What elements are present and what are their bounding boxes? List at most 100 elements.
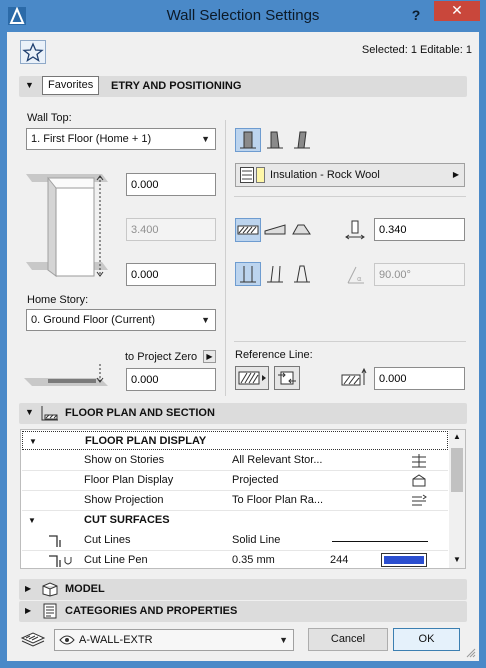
collapse-arrow-icon: ▼ [25,407,34,417]
collapse-arrow-icon: ▼ [29,437,37,446]
projection-icon [412,474,426,487]
composite-color-swatch [256,167,265,183]
thickness-icon [345,220,365,240]
resize-grip-icon[interactable] [466,648,476,658]
vertical-wall-icon [240,266,256,283]
row-value: To Floor Plan Ra... [232,494,324,506]
row-value: Solid Line [232,534,281,546]
properties-list-icon [43,603,57,619]
layer-value: A-WALL-EXTR [79,634,153,646]
show-projection-icon [412,494,427,506]
tree-group-label: FLOOR PLAN DISPLAY [85,435,207,447]
table-row[interactable]: Show on Stories All Relevant Stor... [22,451,448,471]
wall-height-diagram [26,174,108,277]
tree-group-row[interactable]: ▼ FLOOR PLAN DISPLAY [22,431,448,450]
favorites-button[interactable] [20,40,46,64]
favorites-tooltip: Favorites [42,76,100,95]
scroll-down-icon[interactable]: ▼ [453,555,461,564]
basic-profile-icon [237,225,259,235]
thickness-input[interactable] [374,218,465,241]
model-section-label: MODEL [65,583,105,595]
tree-group-row[interactable]: ▼ CUT SURFACES [22,511,448,531]
geometry-section-label: ETRY AND POSITIONING [111,80,242,92]
row-value: All Relevant Stor... [232,454,323,466]
wall-top-select[interactable]: 1. First Floor (Home + 1) ▼ [26,128,216,150]
tree-group-label: CUT SURFACES [84,514,170,526]
settings-tree: ▼ FLOOR PLAN DISPLAY Show on Stories All… [20,429,466,569]
composite-profile-icon [264,224,286,235]
divider [234,196,466,197]
column-separator [225,120,226,396]
floor-plan-section-header[interactable]: ▼ FLOOR PLAN AND SECTION [19,403,467,424]
angle-input [374,263,465,286]
table-row[interactable]: Show Projection To Floor Plan Ra... [22,491,448,511]
close-button[interactable]: ✕ [434,1,480,21]
reference-line-label: Reference Line: [235,349,313,361]
wall-type-slanted-button[interactable] [289,128,315,152]
reference-line-select[interactable] [235,366,269,390]
floor-plan-section-label: FLOOR PLAN AND SECTION [65,407,215,419]
reference-offset-input[interactable] [374,367,465,390]
collapse-arrow-icon: ▼ [28,516,36,525]
chevron-down-icon: ▼ [201,315,210,325]
wall-top-value: 1. First Floor (Home + 1) [31,133,152,145]
inclined-wall-icon [267,265,283,283]
home-story-value: 0. Ground Floor (Current) [31,314,156,326]
project-zero-input[interactable] [126,368,216,391]
flip-reference-button[interactable] [274,366,300,390]
cut-line-icon [49,535,61,547]
layer-icon [20,632,46,647]
categories-section-header[interactable]: ▶ CATEGORIES AND PROPERTIES [19,601,467,622]
row-value: Projected [232,474,279,486]
layer-select[interactable]: A-WALL-EXTR ▼ [54,629,294,651]
floor-plan-icon [41,406,58,421]
top-offset-input[interactable] [126,173,216,196]
profile-basic-button[interactable] [235,218,261,242]
row-name: Show Projection [84,494,164,506]
home-story-select[interactable]: 0. Ground Floor (Current) ▼ [26,309,216,331]
pen-number: 244 [330,554,349,566]
cut-line-pen-icon [49,555,72,567]
project-zero-menu-button[interactable]: ▶ [203,350,216,363]
structure-inclined-button[interactable] [262,262,288,286]
stories-icon [412,454,426,468]
table-row[interactable]: Floor Plan Display Projected [22,471,448,491]
model-box-icon [42,582,58,597]
wall-type-straight-button[interactable] [235,128,261,152]
slanted-wall-icon [294,131,310,149]
cancel-button[interactable]: Cancel [308,628,388,651]
table-row[interactable]: Cut Lines Solid Line [22,531,448,551]
bottom-offset-input[interactable] [126,263,216,286]
composite-select[interactable]: Insulation - Rock Wool ▶ [235,163,465,187]
complex-profile-icon [292,224,311,235]
scroll-up-icon[interactable]: ▲ [453,432,461,441]
wall-type-trapezoid-button[interactable] [262,128,288,152]
angle-icon: α [347,266,364,284]
chevron-right-icon: ▶ [206,352,213,361]
model-section-header[interactable]: ▶ MODEL [19,579,467,600]
pen-color-swatch[interactable] [381,553,427,567]
profile-composite-button[interactable] [262,218,288,242]
structure-vertical-button[interactable] [235,262,261,286]
eye-icon [59,635,75,645]
ok-button[interactable]: OK [393,628,460,651]
structure-double-slanted-button[interactable] [289,262,315,286]
reference-offset-icon [341,367,367,386]
project-zero-diagram [24,364,108,386]
profile-complex-button[interactable] [289,218,315,242]
line-type-preview [332,541,428,542]
table-row[interactable]: Cut Line Pen 0.35 mm 244 [22,551,448,568]
scrollbar-thumb[interactable] [451,448,463,492]
chevron-down-icon: ▼ [279,635,288,645]
row-value: 0.35 mm [232,554,275,566]
chevron-down-icon: ▼ [201,134,210,144]
help-button[interactable]: ? [404,4,428,26]
row-name: Cut Line Pen [84,554,148,566]
scrollbar[interactable]: ▲ ▼ [449,430,465,568]
divider [234,341,466,342]
chevron-right-icon: ▶ [452,170,459,179]
trapezoid-wall-icon [267,131,283,149]
straight-wall-icon [240,131,256,149]
composite-label: Insulation - Rock Wool [270,169,380,181]
wall-height-input [126,218,216,241]
